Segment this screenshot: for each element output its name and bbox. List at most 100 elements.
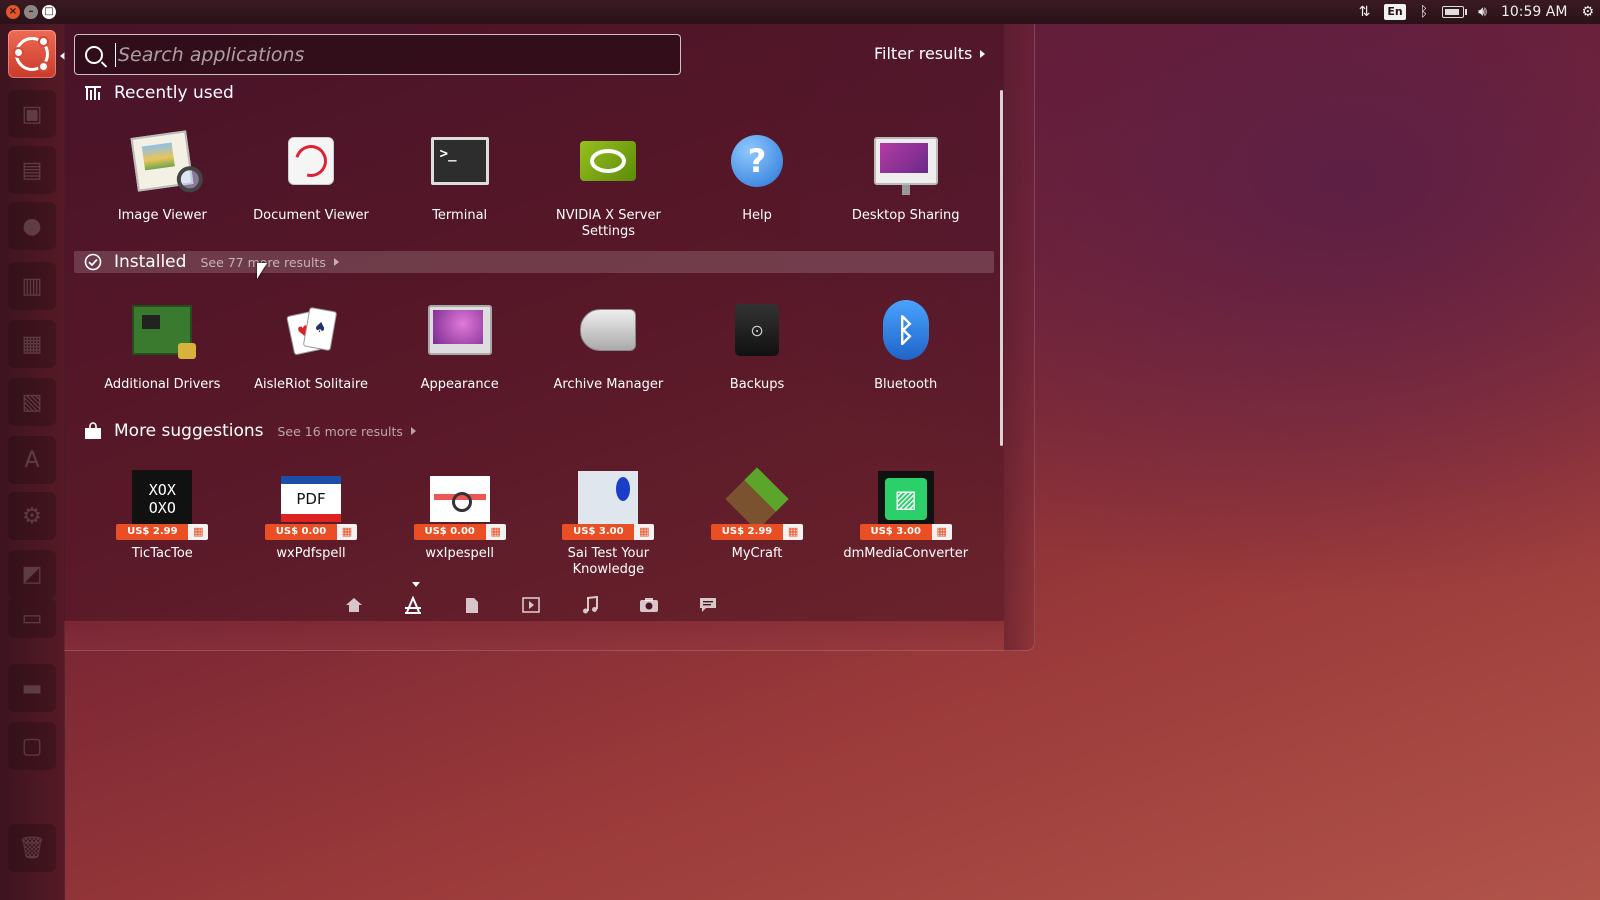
- photos-lens-icon[interactable]: [635, 594, 662, 616]
- window-controls: × – □: [6, 5, 56, 19]
- lock-icon[interactable]: ▣: [8, 90, 56, 138]
- filter-results-button[interactable]: Filter results: [874, 44, 986, 63]
- app-tile[interactable]: >_ Terminal: [385, 126, 534, 240]
- app-tile[interactable]: ⊙ Backups: [683, 295, 832, 393]
- app-label: MyCraft: [731, 546, 783, 561]
- close-window-button[interactable]: ×: [6, 5, 20, 19]
- volume-icon[interactable]: 🔊︎: [1478, 2, 1487, 22]
- network-icon[interactable]: ⇅: [1359, 2, 1371, 22]
- impress-icon[interactable]: ▧: [8, 378, 56, 426]
- app-label: Archive Manager: [553, 377, 664, 392]
- category-title: Recently used: [114, 83, 234, 103]
- app-label: Backups: [729, 377, 785, 392]
- price-badge: US$ 3.00 ▦: [859, 524, 952, 540]
- app-tile[interactable]: ᛒ Bluetooth: [831, 295, 980, 393]
- drive-2-icon[interactable]: ▬: [8, 664, 56, 712]
- app-tile[interactable]: NVIDIA X Server Settings: [534, 126, 683, 240]
- suggestion-tile[interactable]: XOX OXO US$ 2.99 ▦ TicTacToe: [88, 464, 237, 578]
- appearance-icon: [427, 305, 492, 355]
- help-icon: ?: [731, 135, 784, 187]
- chevron-right-icon: [410, 427, 416, 435]
- gift-icon: ▦: [931, 524, 952, 540]
- category-title: More suggestions: [114, 421, 264, 441]
- gift-icon: ▦: [188, 524, 209, 540]
- app-tile[interactable]: Image Viewer: [88, 126, 237, 240]
- social-lens-icon[interactable]: [694, 594, 721, 616]
- window-icon[interactable]: ▢: [8, 722, 56, 770]
- battery-icon[interactable]: [1442, 2, 1468, 22]
- app-label: NVIDIA X Server Settings: [555, 208, 661, 239]
- suggestions-row: XOX OXO US$ 2.99 ▦ TicTacToe PDF US$ 0.0…: [88, 464, 980, 578]
- app-tile[interactable]: Document Viewer: [237, 126, 386, 240]
- recent-bars-icon: [84, 84, 102, 102]
- drive-icon[interactable]: ▭: [8, 598, 56, 638]
- search-icon: [85, 45, 103, 64]
- bluetooth-indicator-icon[interactable]: ᛒ: [1420, 2, 1428, 22]
- category-title: Installed: [114, 252, 187, 272]
- price-label: US$ 2.99: [116, 524, 189, 540]
- gift-icon: ▦: [337, 524, 357, 540]
- app-tile[interactable]: Appearance: [385, 295, 534, 393]
- suggestion-tile[interactable]: PDF US$ 0.00 ▦ wxPdfspell: [237, 464, 386, 578]
- keyboard-layout-indicator[interactable]: En: [1384, 4, 1406, 20]
- lens-bar: [340, 594, 721, 616]
- price-label: US$ 0.00: [265, 524, 337, 540]
- active-lens-indicator: [412, 582, 420, 587]
- minimize-window-button[interactable]: –: [24, 5, 38, 19]
- check-circle-icon: [84, 253, 102, 271]
- backups-icon: ⊙: [735, 304, 780, 356]
- music-lens-icon[interactable]: [576, 594, 603, 616]
- app-tile[interactable]: Additional Drivers: [88, 295, 237, 393]
- gift-icon: ▦: [783, 524, 804, 540]
- dmmediaconverter-icon: ▨: [877, 471, 934, 527]
- software-center-icon[interactable]: A: [8, 436, 56, 484]
- additional-drivers-icon: [132, 305, 197, 359]
- app-label: Sai Test Your Knowledge: [567, 546, 650, 577]
- filter-results-label: Filter results: [874, 44, 973, 63]
- workspace-icon[interactable]: ◩: [8, 550, 56, 598]
- app-label: Help: [742, 208, 772, 223]
- gift-icon: ▦: [634, 524, 655, 540]
- see-more-installed-link[interactable]: See 77 more results: [200, 255, 339, 270]
- suggestion-tile[interactable]: US$ 2.99 ▦ MyCraft: [683, 464, 832, 578]
- maximize-window-button[interactable]: □: [42, 5, 56, 19]
- wxpdfspell-icon: PDF: [281, 476, 341, 522]
- writer-icon[interactable]: ▥: [8, 262, 56, 310]
- app-label: dmMediaConverter: [843, 546, 969, 561]
- price-badge: US$ 0.00 ▦: [265, 524, 357, 540]
- suggestion-tile[interactable]: US$ 0.00 ▦ wxIpespell: [385, 464, 534, 578]
- video-lens-icon[interactable]: [517, 594, 544, 616]
- tictactoe-icon: XOX OXO: [132, 470, 193, 528]
- power-gear-icon[interactable]: ⚙: [1581, 2, 1594, 22]
- settings-icon[interactable]: ⚙: [8, 492, 56, 540]
- browser-icon[interactable]: ●: [8, 202, 56, 250]
- app-tile[interactable]: Desktop Sharing: [831, 126, 980, 240]
- trash-icon[interactable]: 🗑︎: [8, 824, 56, 872]
- suggestion-tile[interactable]: US$ 3.00 ▦ Sai Test Your Knowledge: [534, 464, 683, 578]
- sai-test-icon: [578, 471, 639, 527]
- app-tile[interactable]: Archive Manager: [534, 295, 683, 393]
- files-lens-icon[interactable]: [458, 594, 485, 616]
- app-label: TicTacToe: [131, 546, 193, 561]
- search-input[interactable]: [115, 42, 660, 67]
- files-icon[interactable]: ▤: [8, 146, 56, 194]
- see-more-label: See 16 more results: [277, 423, 403, 439]
- document-viewer-icon: [288, 137, 334, 185]
- see-more-suggestions-link[interactable]: See 16 more results: [278, 424, 416, 439]
- app-label: Image Viewer: [117, 208, 207, 223]
- results-scrollbar[interactable]: [1000, 90, 1003, 446]
- clock[interactable]: 10:59 AM: [1501, 2, 1567, 22]
- app-label: Additional Drivers: [104, 377, 221, 392]
- category-installed[interactable]: Installed See 77 more results: [74, 251, 994, 273]
- calc-icon[interactable]: ▦: [8, 320, 56, 368]
- app-tile[interactable]: ♥ ♠ AisleRiot Solitaire: [237, 295, 386, 393]
- suggestion-tile[interactable]: ▨ US$ 3.00 ▦ dmMediaConverter: [831, 464, 980, 578]
- home-lens-icon[interactable]: [340, 594, 367, 616]
- ubuntu-dash-button[interactable]: [8, 30, 56, 78]
- applications-lens-icon[interactable]: [399, 594, 426, 616]
- app-tile[interactable]: ? Help: [683, 126, 832, 240]
- mouse-cursor: [257, 263, 267, 279]
- dash-frame: [1004, 24, 1035, 651]
- category-more-suggestions: More suggestions See 16 more results: [74, 420, 416, 442]
- shopping-bag-icon: [84, 422, 102, 440]
